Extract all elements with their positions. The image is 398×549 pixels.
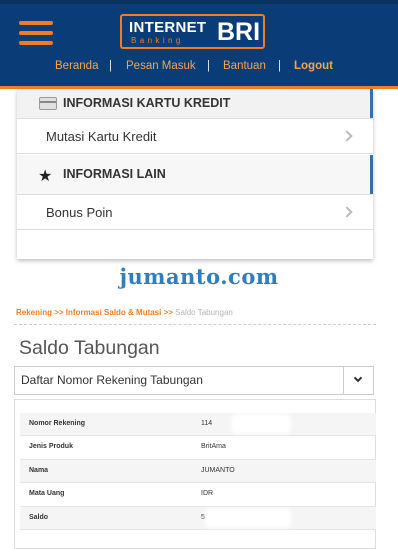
chevron-right-icon <box>341 130 353 142</box>
section-header-kartu-kredit[interactable]: INFORMASI KARTU KREDIT <box>17 89 373 119</box>
row-value: BritAma <box>201 443 226 451</box>
nav-beranda[interactable]: Beranda <box>55 60 98 72</box>
redaction-mask <box>234 417 288 431</box>
row-value: 5 <box>201 513 205 521</box>
row-value: 114 <box>201 420 213 427</box>
section-title: INFORMASI KARTU KREDIT <box>63 96 231 110</box>
menu-item-bonus-poin[interactable]: Bonus Poin <box>17 194 373 230</box>
row-label: Mata Uang <box>29 490 65 498</box>
menu-item-label: Mutasi Kartu Kredit <box>46 129 157 144</box>
bri-logo[interactable]: INTERNET Banking BRI <box>120 14 265 49</box>
logo-text-bri: BRI <box>217 18 261 46</box>
row-label: Nama <box>29 466 49 474</box>
chevron-right-icon <box>341 206 353 218</box>
chevron-down-icon <box>353 373 363 383</box>
table-row: Nomor Rekening 114 <box>20 413 376 437</box>
menu-item-mutasi-kartu-kredit[interactable]: Mutasi Kartu Kredit <box>17 118 373 154</box>
top-nav: Beranda | Pesan Masuk | Bantuan | Logout <box>0 60 398 78</box>
account-select-value: Daftar Nomor Rekening Tabungan <box>21 373 203 387</box>
menu-item-label: Bonus Poin <box>46 205 113 220</box>
nav-pesan-masuk[interactable]: Pesan Masuk <box>126 60 196 72</box>
app-header: INTERNET Banking BRI Beranda | Pesan Mas… <box>0 0 398 89</box>
breadcrumb-rekening[interactable]: Rekening >> <box>16 308 66 317</box>
table-row: Saldo 5 <box>20 506 376 530</box>
hamburger-icon[interactable] <box>19 21 53 45</box>
breadcrumb-informasi[interactable]: Informasi Saldo & Mutasi >> <box>66 308 175 317</box>
logo-text-banking: Banking <box>131 36 184 45</box>
table-row: Jenis Produk BritAma <box>20 436 376 460</box>
table-row: Nama JUMANTO <box>20 459 376 484</box>
row-label: Jenis Produk <box>29 443 73 451</box>
account-info-table: Nomor Rekening 114 Jenis Produk BritAma … <box>20 413 376 530</box>
section-title: INFORMASI LAIN <box>63 167 166 181</box>
nav-separator: | <box>109 60 112 72</box>
dropdown-button[interactable] <box>343 367 373 394</box>
credit-card-icon <box>39 97 57 110</box>
star-icon: ★ <box>38 168 53 185</box>
nav-bantuan[interactable]: Bantuan <box>223 60 266 72</box>
table-row: Mata Uang IDR <box>20 483 376 507</box>
breadcrumb: Rekening >> Informasi Saldo & Mutasi >> … <box>16 308 233 317</box>
header-top-border <box>0 0 398 4</box>
nav-separator: | <box>207 60 210 72</box>
logo-text-internet: INTERNET <box>129 19 207 36</box>
nav-separator: | <box>278 60 281 72</box>
redaction-mask <box>208 510 288 525</box>
row-value: JUMANTO <box>201 466 235 474</box>
nav-logout[interactable]: Logout <box>294 60 333 72</box>
divider <box>14 324 376 325</box>
page-title: Saldo Tabungan <box>19 337 160 359</box>
watermark: jumanto.com <box>119 264 279 289</box>
section-header-informasi-lain[interactable]: ★ INFORMASI LAIN <box>17 155 373 194</box>
row-label: Nomor Rekening <box>29 420 86 427</box>
breadcrumb-current: Saldo Tabungan <box>175 308 233 317</box>
account-select[interactable]: Daftar Nomor Rekening Tabungan <box>14 366 374 395</box>
row-label: Saldo <box>29 513 49 521</box>
menu-card: INFORMASI KARTU KREDIT Mutasi Kartu Kred… <box>17 89 373 259</box>
row-value: IDR <box>201 490 214 498</box>
